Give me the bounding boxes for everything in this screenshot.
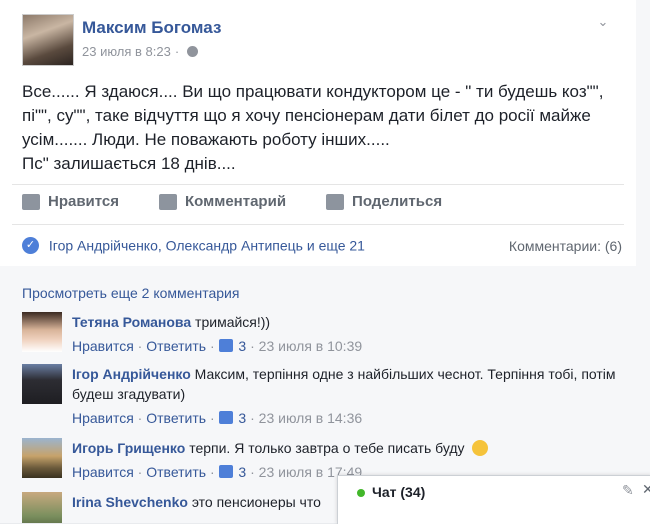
share-button[interactable]: Поделиться <box>326 193 442 210</box>
thumbs-up-icon <box>218 465 233 478</box>
commenter-avatar[interactable] <box>22 312 62 352</box>
post-text-line: усім....... Люди. Не поважають роботу ін… <box>22 130 390 149</box>
thumbs-up-icon <box>218 339 233 352</box>
comment-icon <box>159 193 178 210</box>
close-icon[interactable]: ✕ <box>642 481 650 498</box>
action-bar: Нравится Комментарий Поделиться <box>22 193 482 210</box>
commenter-name[interactable]: Ігор Андрійченко <box>72 366 191 382</box>
post-date[interactable]: 23 июля в 8:23 <box>82 44 171 59</box>
commenter-avatar[interactable] <box>22 492 62 523</box>
comment-button[interactable]: Комментарий <box>159 193 286 210</box>
comment-like-count[interactable]: 3 <box>238 464 246 480</box>
share-icon <box>326 193 345 210</box>
thumbs-up-icon <box>218 411 233 424</box>
comment-label: Комментарий <box>185 193 287 210</box>
post-card: Максим Богомаз 23 июля в 8:23 · ⌄ Все...… <box>0 0 637 523</box>
reactions-row: ✓ Ігор Андрійченко, Олександр Антипець и… <box>22 236 622 258</box>
post-text-line: пі"", су"", таке відчуття що я хочу пенс… <box>22 106 591 125</box>
commenter-name[interactable]: Irina Shevchenko <box>72 494 188 510</box>
divider <box>12 224 624 225</box>
comment-text: это пенсионеры что <box>191 494 321 510</box>
comment-meta: Нравится · Ответить · 3 · 23 июля в 14:3… <box>72 410 363 426</box>
comment-meta: Нравится · Ответить · 3 · 23 июля в 10:3… <box>72 338 363 354</box>
comment-text: терпи. Я только завтра о тебе писать буд… <box>189 440 465 456</box>
commenter-avatar[interactable] <box>22 364 62 404</box>
online-status-icon <box>357 489 365 497</box>
comment-time[interactable]: 23 июля в 14:36 <box>259 410 362 426</box>
post-text: Все...... Я здаюся.... Ви що працювати к… <box>22 80 622 176</box>
comment-reply-link[interactable]: Ответить <box>146 338 206 354</box>
thumbs-up-icon <box>22 193 40 210</box>
chat-label: Чат (34) <box>372 484 426 500</box>
author-name[interactable]: Максим Богомаз <box>82 18 221 38</box>
globe-icon <box>187 46 199 57</box>
post-text-line: Все...... Я здаюся.... Ви що працювати к… <box>22 82 604 101</box>
chat-bar[interactable]: Чат (34) ✎ ✕ <box>337 475 650 524</box>
chevron-down-icon[interactable]: ⌄ <box>593 14 613 30</box>
comment-time[interactable]: 23 июля в 10:39 <box>259 338 362 354</box>
comment-text: тримайся!)) <box>195 314 271 330</box>
meta-separator: · <box>174 44 180 59</box>
post-text-line: Пс" залишається 18 днів.... <box>22 154 236 173</box>
comment-like-link[interactable]: Нравится <box>72 410 134 426</box>
commenter-name[interactable]: Игорь Грищенко <box>72 440 185 456</box>
comment-body: Тетяна Романова тримайся!)) Нравится · О… <box>72 312 617 356</box>
share-label: Поделиться <box>352 193 443 210</box>
like-button[interactable]: Нравится <box>22 193 119 210</box>
comment-like-link[interactable]: Нравится <box>72 464 134 480</box>
comment-like-count[interactable]: 3 <box>238 410 246 426</box>
commenter-avatar[interactable] <box>22 438 62 478</box>
comment-count-link[interactable]: Комментарии: (6) <box>509 238 622 254</box>
comment-reply-link[interactable]: Ответить <box>146 464 206 480</box>
likers-link[interactable]: Ігор Андрійченко, Олександр Антипець и е… <box>49 237 365 253</box>
compose-icon[interactable]: ✎ <box>622 482 634 499</box>
comment-reply-link[interactable]: Ответить <box>146 410 206 426</box>
page-edge <box>636 0 650 523</box>
comment-body: Ігор Андрійченко Максим, терпіння одне з… <box>72 364 617 428</box>
like-label: Нравится <box>48 193 120 210</box>
comment-like-link[interactable]: Нравится <box>72 338 134 354</box>
smiley-icon <box>472 440 489 456</box>
view-more-comments-link[interactable]: Просмотреть еще 2 комментария <box>22 285 239 301</box>
commenter-name[interactable]: Тетяна Романова <box>72 314 191 330</box>
post-meta: 23 июля в 8:23 · <box>82 44 199 59</box>
comment-like-count[interactable]: 3 <box>238 338 246 354</box>
like-badge-icon: ✓ <box>22 236 39 254</box>
divider <box>12 184 624 185</box>
author-avatar[interactable] <box>22 14 74 66</box>
